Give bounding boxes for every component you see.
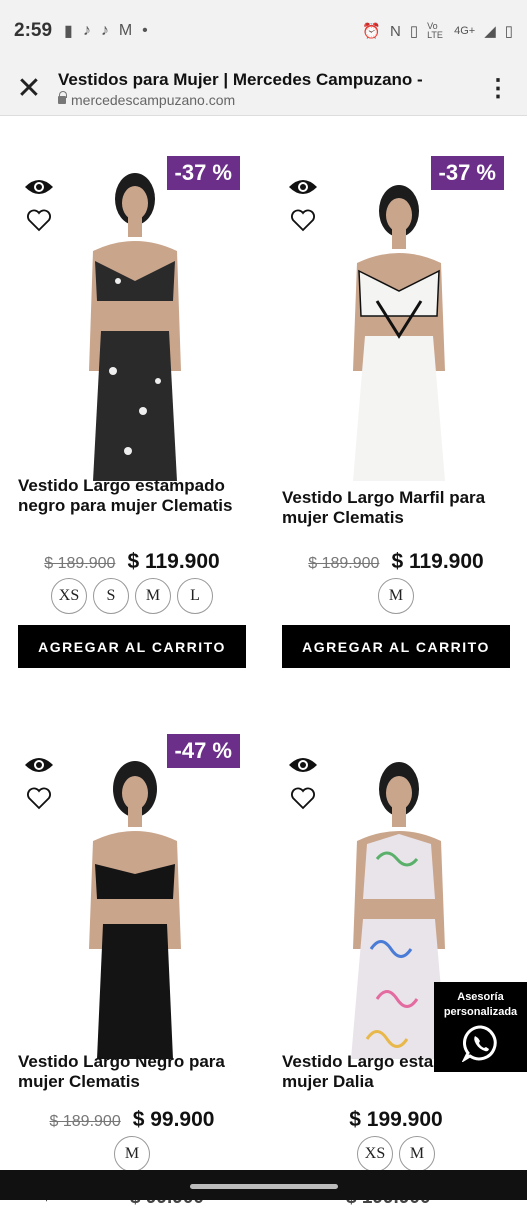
whatsapp-chat-button[interactable]: Asesoría personalizada	[434, 982, 527, 1072]
eye-icon[interactable]	[24, 754, 54, 776]
nfc-icon: N	[389, 22, 401, 40]
size-option[interactable]: M	[399, 1136, 435, 1170]
browser-toolbar: ✕ Vestidos para Mujer | Mercedes Campuza…	[0, 62, 527, 116]
battery-alert-icon: ▮	[64, 23, 73, 40]
whatsapp-label-1: Asesoría	[457, 991, 504, 1003]
more-options-icon[interactable]: ⋮	[469, 74, 527, 103]
discount-badge: -37 %	[166, 156, 240, 190]
signal-icon: ◢	[484, 23, 496, 40]
old-price: $ 189.900	[44, 555, 116, 572]
page-title: Vestidos para Mujer | Mercedes Campuzano…	[58, 69, 423, 89]
tiktok-icon: ♪	[82, 22, 91, 39]
discount-badge: -37 %	[430, 156, 504, 190]
product-image[interactable]: -47 %	[18, 714, 246, 1059]
old-price: $ 189.900	[308, 555, 380, 572]
dress-photo	[353, 185, 445, 481]
system-nav-bar	[0, 1170, 527, 1200]
size-options: M	[282, 578, 510, 614]
battery-icon: ▯	[504, 23, 513, 40]
whatsapp-icon	[460, 1025, 497, 1063]
size-option[interactable]: M	[114, 1136, 150, 1170]
size-options: XS S M L	[18, 578, 246, 614]
close-icon[interactable]: ✕	[0, 73, 58, 104]
heart-icon[interactable]	[26, 786, 52, 810]
size-option[interactable]: L	[177, 578, 213, 614]
add-to-cart-button[interactable]: AGREGAR AL CARRITO	[282, 625, 510, 668]
size-option[interactable]: S	[93, 578, 129, 614]
eye-icon[interactable]	[24, 176, 54, 198]
dress-top	[363, 834, 435, 899]
domain-text: mercedescampuzano.com	[71, 91, 236, 108]
heart-icon[interactable]	[26, 208, 52, 232]
discount-badge: -47 %	[166, 734, 240, 768]
lock-icon	[58, 90, 67, 104]
product-image[interactable]: -37 %	[18, 136, 246, 481]
size-options: XS M	[282, 1136, 510, 1170]
status-time: 2:59	[14, 20, 53, 41]
current-price: $ 119.900	[127, 550, 220, 573]
product-name[interactable]: Vestido Largo estampado negro para mujer…	[18, 476, 246, 516]
status-bar: 2:59 ▮ ♪ ♪ M • ⏰ N ▯ Vo LTE 4G+ ◢ ▯	[0, 0, 527, 62]
product-image[interactable]: -37 %	[282, 136, 510, 481]
eye-icon[interactable]	[288, 754, 318, 776]
dress-skirt	[351, 919, 447, 1059]
whatsapp-label-2: personalizada	[443, 1006, 518, 1018]
alarm-icon: ⏰	[362, 23, 381, 40]
product-name[interactable]: Vestido Largo Marfil para mujer Clematis	[282, 488, 510, 528]
dot-icon: •	[142, 22, 148, 39]
dress-skirt	[97, 924, 173, 1059]
dress-skirt	[353, 336, 445, 481]
size-option[interactable]: M	[378, 578, 414, 614]
home-gesture-handle[interactable]	[190, 1184, 338, 1189]
current-price: $ 199.900	[349, 1108, 443, 1131]
dress-photo	[89, 761, 181, 1059]
heart-icon[interactable]	[290, 208, 316, 232]
tiktok-icon-2: ♪	[100, 22, 109, 39]
current-price: $ 99.900	[132, 1108, 215, 1131]
heart-icon[interactable]	[290, 786, 316, 810]
dress-photo	[89, 173, 181, 481]
eye-icon[interactable]	[288, 176, 318, 198]
old-price: $ 189.900	[49, 1113, 121, 1130]
product-name[interactable]: Vestido Largo Negro para mujer Clematis	[18, 1052, 246, 1092]
gmail-icon: M	[118, 22, 133, 39]
size-option[interactable]: XS	[51, 578, 87, 614]
size-option[interactable]: M	[135, 578, 171, 614]
size-options: M	[18, 1136, 246, 1170]
add-to-cart-button[interactable]: AGREGAR AL CARRITO	[18, 625, 246, 668]
volte-label: Vo LTE	[427, 21, 443, 40]
vibrate-icon: ▯	[409, 23, 419, 40]
current-price: $ 119.900	[391, 550, 484, 573]
url-info[interactable]: Vestidos para Mujer | Mercedes Campuzano…	[58, 70, 469, 108]
network-label: 4G+	[454, 25, 476, 37]
size-option[interactable]: XS	[357, 1136, 393, 1170]
dress-skirt	[93, 331, 177, 481]
